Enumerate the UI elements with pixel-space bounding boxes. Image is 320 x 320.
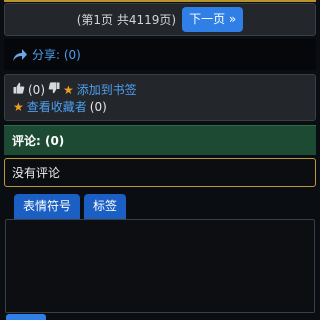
tab-tags[interactable]: 标签	[84, 194, 127, 219]
comment-textarea[interactable]	[5, 219, 315, 313]
page-info: (第1页 共4119页)	[76, 13, 177, 27]
thumbs-up-icon[interactable]	[13, 82, 25, 97]
like-count: (0)	[28, 82, 45, 97]
thumbs-down-icon[interactable]	[48, 82, 60, 97]
favorites-row: ★ 查看收藏者 (0)	[13, 98, 307, 115]
star-icon: ★	[13, 99, 24, 114]
share-row: 分享: (0)	[4, 39, 316, 70]
view-favorites-link[interactable]: 查看收藏者	[27, 98, 87, 115]
comments-header: 评论: (0)	[4, 125, 316, 155]
pagination-bar: (第1页 共4119页) 下一页 »	[4, 3, 316, 36]
next-page-button[interactable]: 下一页 »	[182, 7, 244, 32]
star-icon: ★	[63, 82, 74, 97]
no-comments-message: 没有评论	[4, 158, 316, 187]
add-bookmark-link[interactable]: 添加到书签	[77, 81, 137, 98]
share-link[interactable]: 分享: (0)	[32, 46, 81, 63]
tab-emoji[interactable]: 表情符号	[14, 194, 81, 219]
favorites-count: (0)	[89, 99, 107, 114]
share-arrow-icon[interactable]	[12, 48, 28, 62]
editor-tabs: 表情符号 标签	[14, 194, 127, 219]
top-border	[4, 0, 316, 2]
actions-panel: (0) ★ 添加到书签 ★ 查看收藏者 (0)	[4, 74, 316, 121]
vote-bookmark-row: (0) ★ 添加到书签	[13, 81, 307, 98]
submit-button[interactable]	[6, 314, 46, 320]
